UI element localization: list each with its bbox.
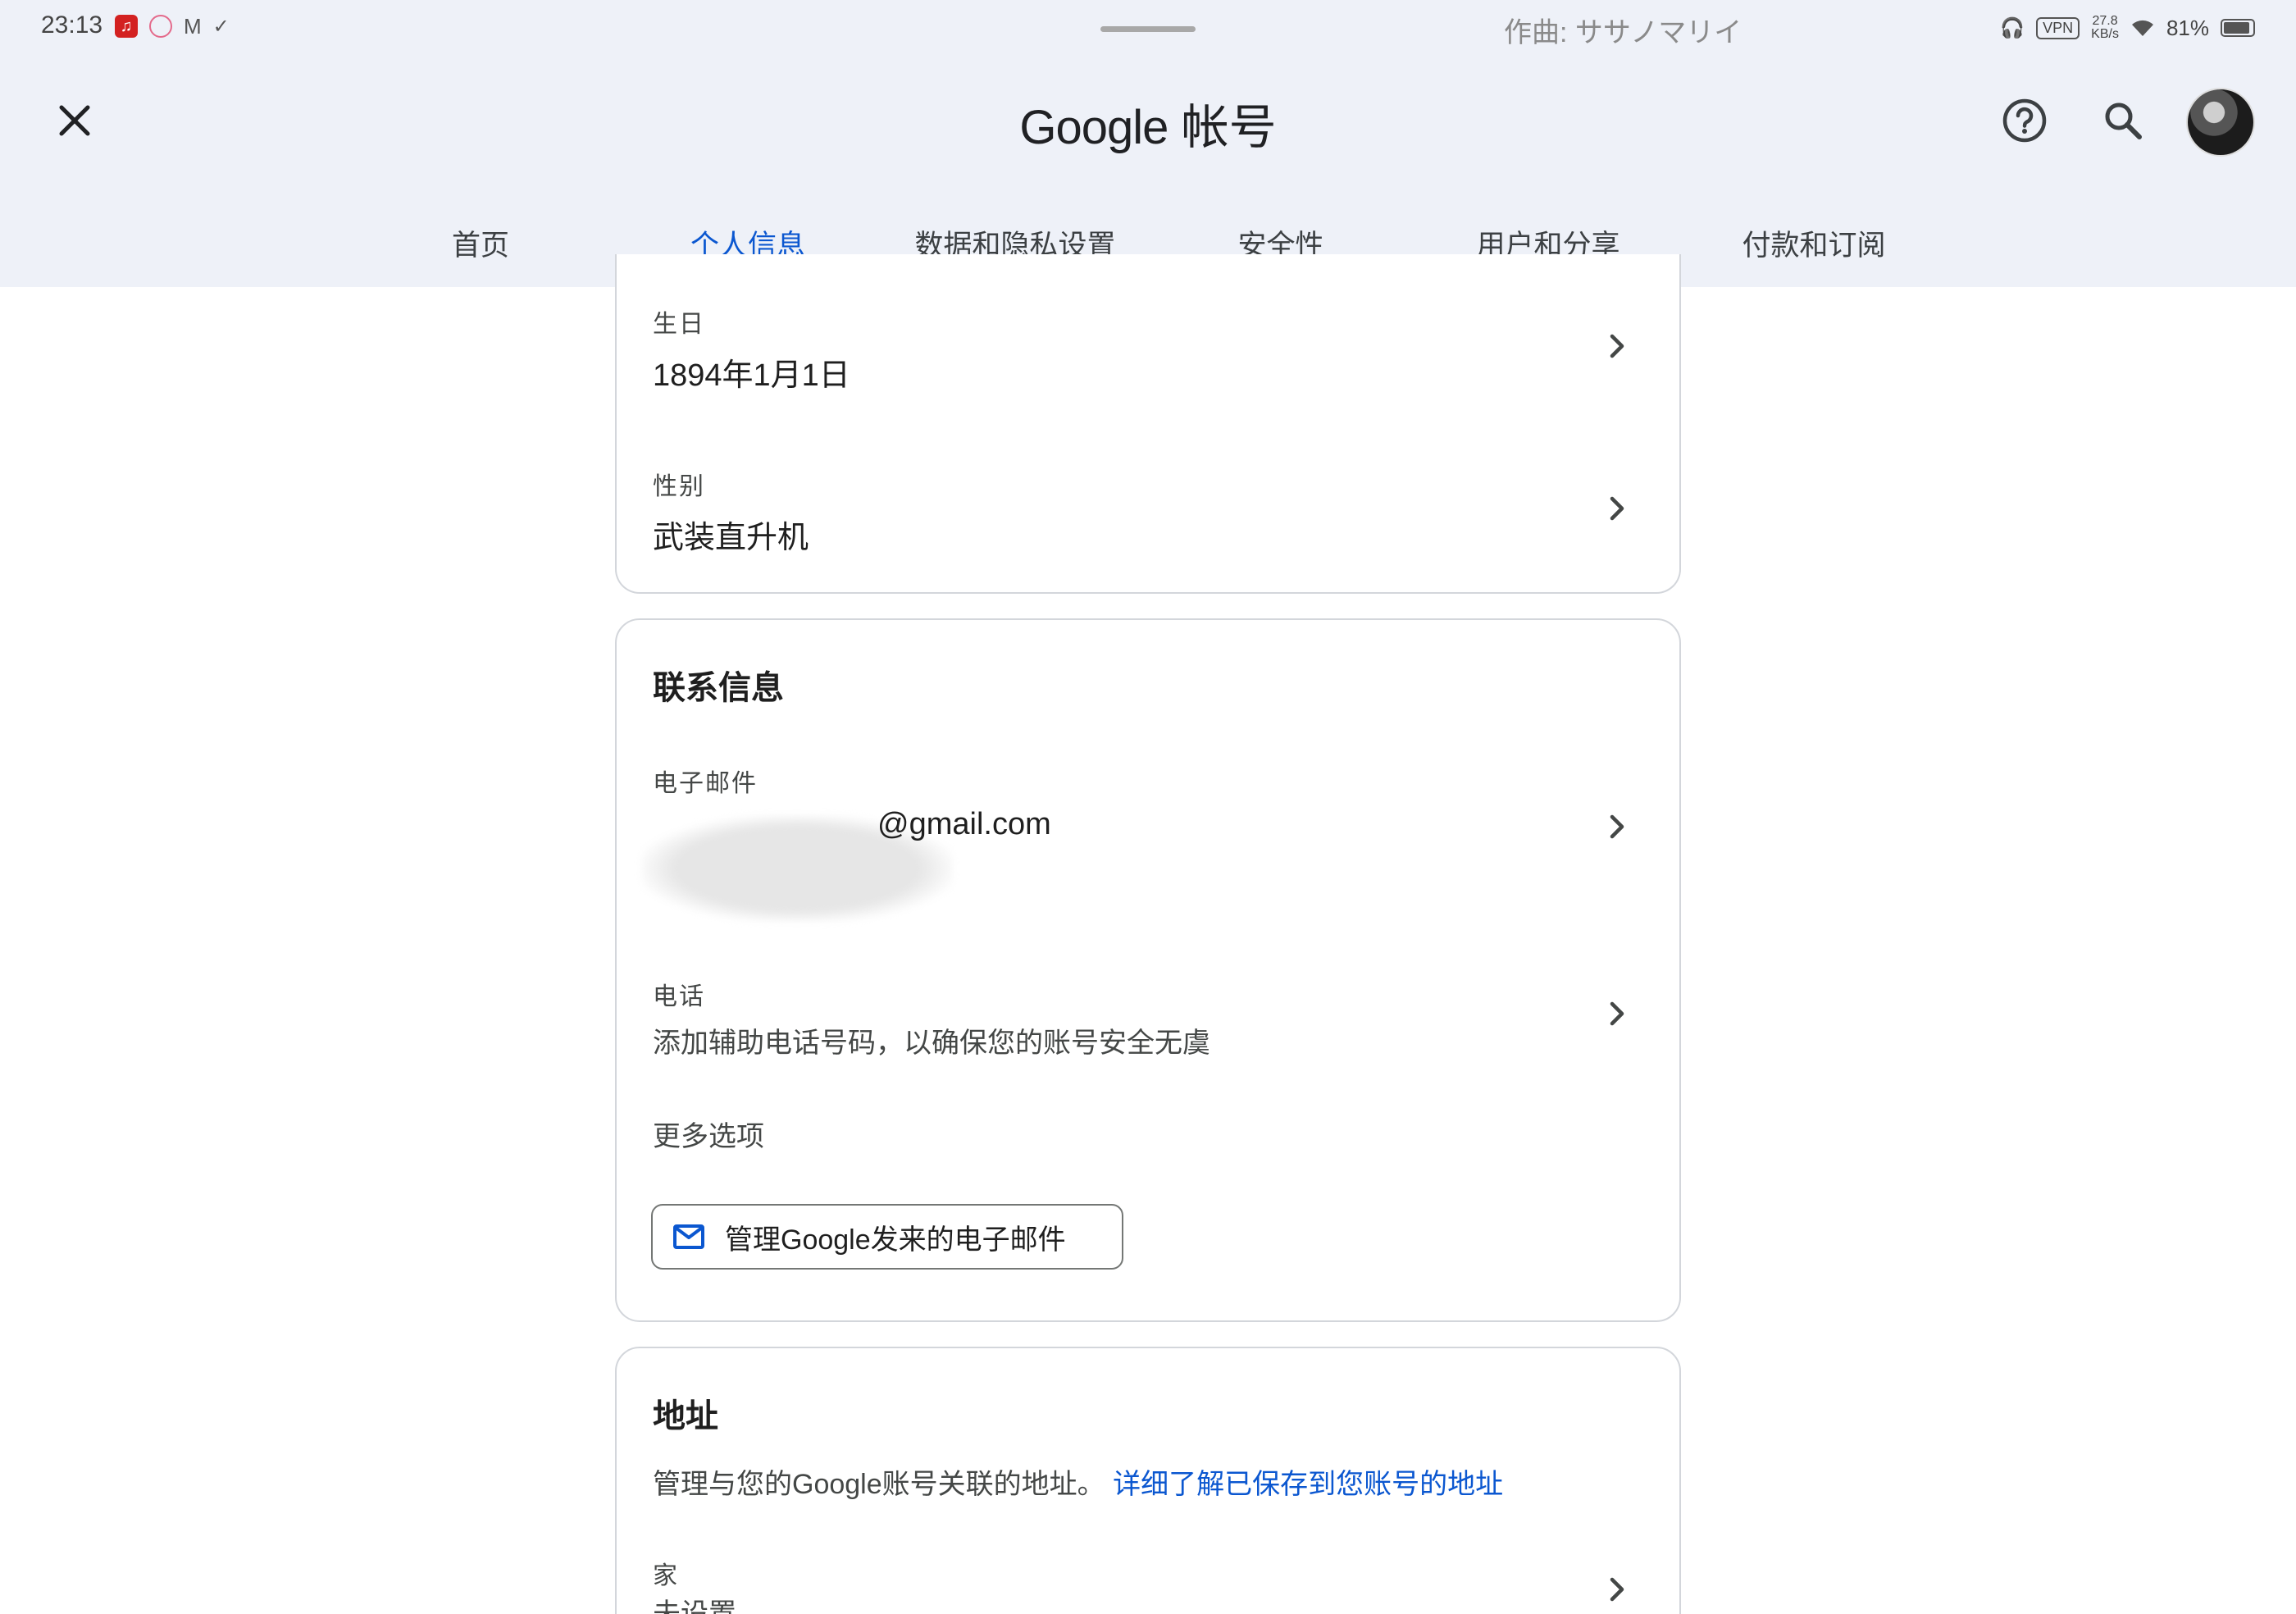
address-title: 地址 [653,1398,718,1434]
battery-icon [2221,19,2255,37]
chevron-right-icon [1610,814,1624,839]
phone-label: 电话 [653,983,705,1010]
network-speed: 27.8 KB/s [2091,15,2119,41]
google-logo-text: Google [1019,101,1168,154]
mail-icon [673,1224,704,1249]
home-address-row[interactable]: 家 未设置 [617,1545,1679,1614]
account-avatar[interactable] [2186,88,2255,157]
email-value: @gmail.com [877,807,1051,841]
contact-info-card: 联系信息 电子邮件 @gmail.com 电话 添加辅助电话号码，以确保您的账号… [615,618,1681,1322]
status-time: 23:13 [41,11,103,39]
help-button[interactable] [1996,92,2053,149]
chevron-right-icon [1610,1577,1624,1602]
network-speed-value: 27.8 [2092,14,2118,28]
tab-label: 首页 [451,230,509,262]
more-options-heading: 更多选项 [653,1121,764,1152]
status-bar: 23:13 ♫ M ✓ 作曲: ササノマリイ 🎧 VPN 27.8 KB/s 8… [0,0,2296,59]
search-button[interactable] [2094,92,2152,149]
address-description: 管理与您的Google账号关联的地址。 详细了解已保存到您账号的地址 [653,1461,1503,1502]
now-playing-text: 作曲: ササノマリイ [1504,17,1742,48]
address-card: 地址 管理与您的Google账号关联的地址。 详细了解已保存到您账号的地址 家 … [615,1347,1681,1614]
contact-info-title: 联系信息 [653,670,784,706]
page-title: Google 帐号 [0,89,2296,157]
address-description-text: 管理与您的Google账号关联的地址。 [653,1469,1105,1500]
gender-label: 性别 [653,473,705,500]
birthday-row[interactable]: 生日 1894年1月1日 [617,254,1679,417]
chevron-right-icon [1610,1001,1624,1026]
email-row[interactable]: 电子邮件 @gmail.com [617,751,1679,956]
multitask-handle[interactable] [1100,26,1196,32]
wifi-icon [2131,20,2153,36]
phone-value: 添加辅助电话号码，以确保您的账号安全无虞 [653,1028,1210,1059]
learn-more-addresses-link[interactable]: 详细了解已保存到您账号的地址 [1113,1469,1503,1500]
home-address-value: 未设置 [653,1598,736,1614]
headphones-icon: 🎧 [2000,16,2025,39]
page-title-text: 帐号 [1181,101,1277,154]
search-icon [2105,103,2142,139]
home-address-label: 家 [653,1562,679,1589]
netease-music-icon: ♫ [115,15,138,38]
phone-row[interactable]: 电话 添加辅助电话号码，以确保您的账号安全无虞 [617,964,1679,1096]
app-notification-icon [149,15,172,38]
gender-row[interactable]: 性别 武装直升机 [617,417,1679,581]
tab-label: 付款和订阅 [1742,230,1886,262]
manage-google-emails-button[interactable]: 管理Google发来的电子邮件 [651,1204,1123,1270]
email-label: 电子邮件 [653,770,758,797]
vpn-icon: VPN [2036,16,2080,39]
gmail-icon: M [184,13,202,39]
basic-info-card: 生日 1894年1月1日 性别 武装直升机 [615,254,1681,594]
download-done-icon: ✓ [212,15,230,38]
birthday-label: 生日 [653,311,705,338]
system-status-icons: 🎧 VPN 27.8 KB/s 81% [2000,13,2255,43]
manage-google-emails-label: 管理Google发来的电子邮件 [725,1224,1066,1256]
top-app-bar: 23:13 ♫ M ✓ 作曲: ササノマリイ 🎧 VPN 27.8 KB/s 8… [0,0,2296,287]
tab-payments-subscriptions[interactable]: 付款和订阅 [1683,213,1945,287]
help-icon [2002,98,2047,143]
notification-icons: ♫ M ✓ [115,14,230,39]
birthday-value: 1894年1月1日 [653,358,850,393]
gender-value: 武装直升机 [653,521,809,555]
chevron-right-icon [1610,496,1624,521]
chevron-right-icon [1610,334,1624,358]
battery-percentage: 81% [2166,15,2209,40]
network-speed-unit: KB/s [2091,27,2119,41]
tab-home[interactable]: 首页 [349,213,612,287]
